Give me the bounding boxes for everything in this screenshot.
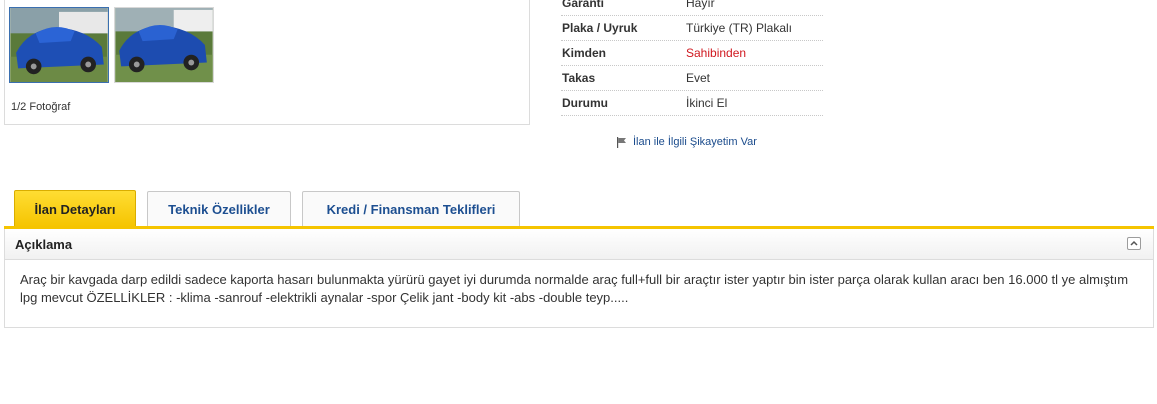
car-photo-image (115, 8, 213, 82)
info-value: İkinci El (686, 96, 728, 110)
info-label: Garanti (562, 0, 605, 10)
description-text: Araç bir kavgada darp edildi sadece kapo… (20, 272, 1129, 305)
description-panel: Açıklama Araç bir kavgada darp edildi sa… (4, 229, 1154, 328)
info-label: Takas (562, 71, 596, 85)
listing-info-table: Garanti Hayır Plaka / Uyruk Türkiye (TR)… (561, 0, 823, 116)
info-label: Plaka / Uyruk (562, 21, 638, 35)
info-label: Kimden (562, 46, 607, 60)
photo-count-label: 1/2 Fotoğraf (11, 101, 71, 113)
tab-ilan-detaylari[interactable]: İlan Detayları (14, 190, 136, 227)
photo-gallery: 1/2 Fotoğraf (4, 0, 530, 125)
info-value: Hayır (686, 0, 715, 10)
description-title: Açıklama (15, 237, 73, 252)
tab-teknik-ozellikler[interactable]: Teknik Özellikler (147, 191, 291, 226)
flag-icon (616, 136, 627, 148)
info-row-durumu: Durumu İkinci El (561, 91, 823, 116)
photo-thumbnail-2[interactable] (114, 7, 214, 83)
report-listing-label: İlan ile İlgili Şikayetim Var (633, 136, 757, 148)
info-row-kimden: Kimden Sahibinden (561, 41, 823, 66)
photo-thumbnail-1[interactable] (9, 7, 109, 83)
tab-kredi-finansman[interactable]: Kredi / Finansman Teklifleri (302, 191, 520, 226)
chevron-up-icon (1130, 240, 1138, 246)
info-label: Durumu (562, 96, 608, 110)
report-listing-link[interactable]: İlan ile İlgili Şikayetim Var (616, 136, 757, 148)
info-row-takas: Takas Evet (561, 66, 823, 91)
description-header: Açıklama (5, 229, 1153, 260)
collapse-button[interactable] (1127, 237, 1141, 250)
info-row-plaka: Plaka / Uyruk Türkiye (TR) Plakalı (561, 16, 823, 41)
info-value: Türkiye (TR) Plakalı (686, 21, 793, 35)
car-photo-image (10, 8, 108, 82)
info-value-seller-type: Sahibinden (686, 46, 747, 60)
info-row-garanti: Garanti Hayır (561, 0, 823, 16)
info-value: Evet (686, 71, 711, 85)
